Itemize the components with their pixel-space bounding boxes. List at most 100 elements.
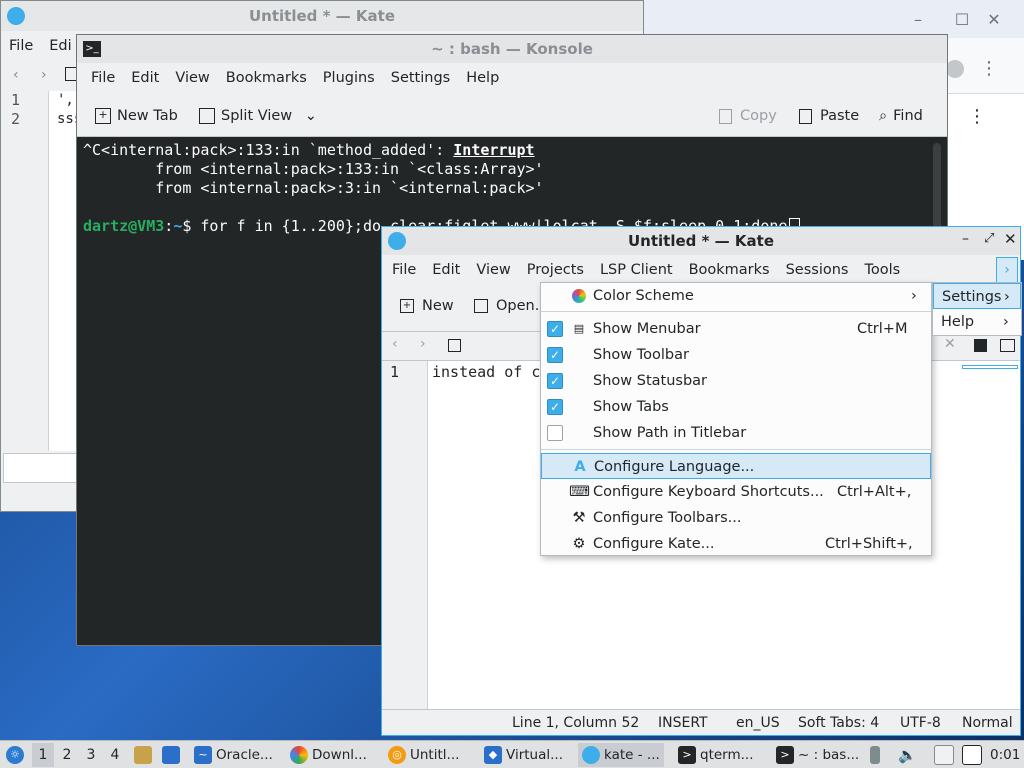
menu-file[interactable]: File <box>1 31 41 61</box>
tray-clipboard[interactable] <box>934 743 958 767</box>
task-oracle[interactable]: ~ Oracle... <box>194 743 273 767</box>
menu-edit[interactable]: Edit <box>123 63 167 93</box>
menu-file[interactable]: File <box>384 255 424 285</box>
desktop-2[interactable]: 2 <box>56 743 78 767</box>
desktop-3[interactable]: 3 <box>80 743 102 767</box>
start-menu-button[interactable]: ☼ <box>6 743 28 767</box>
menu-item-show-statusbar[interactable]: ✓ Show Statusbar <box>541 368 931 394</box>
status-mode[interactable]: INSERT <box>658 710 708 736</box>
close-tab-icon[interactable]: ✕ <box>944 336 956 352</box>
task-qterminal[interactable]: > qterm... <box>678 743 754 767</box>
menu-item-show-path[interactable]: Show Path in Titlebar <box>541 420 931 446</box>
task-virtualbox[interactable]: ◆ Virtual... <box>484 743 563 767</box>
menu-help[interactable]: Help <box>458 63 507 93</box>
menu-view[interactable]: View <box>167 63 217 93</box>
maximize-icon[interactable]: ⤢ <box>984 231 994 246</box>
menu-overflow-button[interactable]: › <box>996 257 1018 283</box>
overflow-menu: Settings › Help › <box>932 282 1022 336</box>
profile-icon[interactable] <box>946 60 964 78</box>
new-tab-button[interactable]: + New Tab <box>95 103 178 129</box>
split-view-icon <box>199 108 215 124</box>
tray-battery[interactable] <box>870 743 884 767</box>
menu-bookmarks[interactable]: Bookmarks <box>218 63 315 93</box>
task-label: Oracle... <box>216 747 273 763</box>
save-icon[interactable] <box>448 339 461 352</box>
status-encoding[interactable]: UTF-8 <box>900 710 941 736</box>
kate-back-editor[interactable]: ',-. sss <box>49 91 79 451</box>
desktop-1[interactable]: 1 <box>32 743 54 767</box>
menu-item-configure-language[interactable]: A Configure Language... <box>541 453 931 479</box>
menu-lsp-client[interactable]: LSP Client <box>592 255 681 285</box>
layout-icon[interactable] <box>1000 339 1015 352</box>
menu-item-settings[interactable]: Settings › <box>933 283 1021 309</box>
menu-bookmarks[interactable]: Bookmarks <box>681 255 778 285</box>
status-highlighting[interactable]: Normal <box>962 710 1013 736</box>
kate-back-titlebar[interactable]: Untitled * — Kate <box>1 1 643 31</box>
checkbox-unchecked-icon[interactable] <box>547 425 563 441</box>
menu-tools[interactable]: Tools <box>856 255 908 285</box>
menu-item-shortcut: Ctrl+Shift+, <box>825 536 913 552</box>
split-icon[interactable] <box>974 339 987 352</box>
kate-front-titlebar[interactable]: Untitled * — Kate – ⤢ ✕ <box>382 227 1020 255</box>
split-view-button[interactable]: Split View ⌄ <box>199 103 317 129</box>
menu-item-configure-kate[interactable]: ⚙ Configure Kate... Ctrl+Shift+, <box>541 531 931 557</box>
back-arrow-icon[interactable]: ‹ <box>392 336 398 352</box>
forward-arrow-icon[interactable]: › <box>41 67 47 83</box>
menu-item-configure-shortcuts[interactable]: ⌨ Configure Keyboard Shortcuts... Ctrl+A… <box>541 479 931 505</box>
menu-sessions[interactable]: Sessions <box>778 255 857 285</box>
clock[interactable]: 0:01 <box>990 743 1020 767</box>
back-arrow-icon[interactable]: ‹ <box>13 67 19 83</box>
copy-button[interactable]: Copy <box>719 103 777 129</box>
checkbox-checked-icon[interactable]: ✓ <box>547 347 563 363</box>
new-button[interactable]: + New <box>400 293 454 319</box>
desktop-4[interactable]: 4 <box>104 743 126 767</box>
forward-arrow-icon[interactable]: › <box>420 336 426 352</box>
status-language[interactable]: en_US <box>736 710 780 736</box>
page-kebab-icon[interactable]: ⋮ <box>968 106 986 127</box>
checkbox-checked-icon[interactable]: ✓ <box>547 321 563 337</box>
menu-item-label: Show Tabs <box>593 399 669 415</box>
maximize-icon[interactable]: ☐ <box>952 10 972 30</box>
checkbox-checked-icon[interactable]: ✓ <box>547 373 563 389</box>
konsole-title: ~ : bash — Konsole <box>431 40 593 58</box>
task-kate[interactable]: kate - ... <box>578 743 664 767</box>
menu-projects[interactable]: Projects <box>519 255 592 285</box>
menu-view[interactable]: View <box>468 255 518 285</box>
menu-item-label: Configure Keyboard Shortcuts... <box>593 484 824 500</box>
status-position[interactable]: Line 1, Column 52 <box>512 710 639 736</box>
menu-edit[interactable]: Edi <box>41 31 79 61</box>
konsole-titlebar[interactable]: >_ ~ : bash — Konsole <box>77 35 947 63</box>
find-button[interactable]: ⌕ Find <box>879 103 923 129</box>
close-icon[interactable]: ✕ <box>1004 230 1017 248</box>
app-launcher-icon: ☼ <box>6 746 24 764</box>
file-manager-launcher[interactable] <box>134 743 156 767</box>
menu-item-show-menubar[interactable]: ✓ ▤ Show Menubar Ctrl+M <box>541 316 931 342</box>
open-button[interactable]: Open... <box>474 293 549 319</box>
kebab-menu-icon[interactable]: ⋮ <box>980 58 998 79</box>
menu-plugins[interactable]: Plugins <box>315 63 383 93</box>
task-downloads[interactable]: Downl... <box>290 743 367 767</box>
menu-item-configure-toolbars[interactable]: ⚒ Configure Toolbars... <box>541 505 931 531</box>
menu-item-show-tabs[interactable]: ✓ Show Tabs <box>541 394 931 420</box>
menu-settings[interactable]: Settings <box>383 63 458 93</box>
menu-edit[interactable]: Edit <box>424 255 468 285</box>
minimize-icon[interactable]: – <box>908 10 928 30</box>
task-untitled[interactable]: ◎ Untitl... <box>388 743 459 767</box>
paste-button[interactable]: Paste <box>799 103 859 129</box>
kate-back-input[interactable] <box>3 453 77 483</box>
menu-file[interactable]: File <box>83 63 123 93</box>
new-file-icon: + <box>400 299 414 313</box>
search-icon: ⌕ <box>879 108 888 124</box>
tray-network[interactable] <box>962 743 986 767</box>
show-desktop-launcher[interactable] <box>162 743 184 767</box>
tray-volume[interactable]: 🔈 <box>898 743 917 767</box>
minimize-icon[interactable]: – <box>962 231 969 247</box>
task-konsole[interactable]: > ~ : bas... <box>776 743 859 767</box>
close-icon[interactable]: ✕ <box>984 10 1004 30</box>
minimap-indicator[interactable] <box>962 365 1018 369</box>
menu-item-color-scheme[interactable]: Color Scheme › <box>541 283 931 309</box>
checkbox-checked-icon[interactable]: ✓ <box>547 399 563 415</box>
menu-item-show-toolbar[interactable]: ✓ Show Toolbar <box>541 342 931 368</box>
menu-item-help[interactable]: Help › <box>933 309 1021 335</box>
status-tabs[interactable]: Soft Tabs: 4 <box>798 710 879 736</box>
